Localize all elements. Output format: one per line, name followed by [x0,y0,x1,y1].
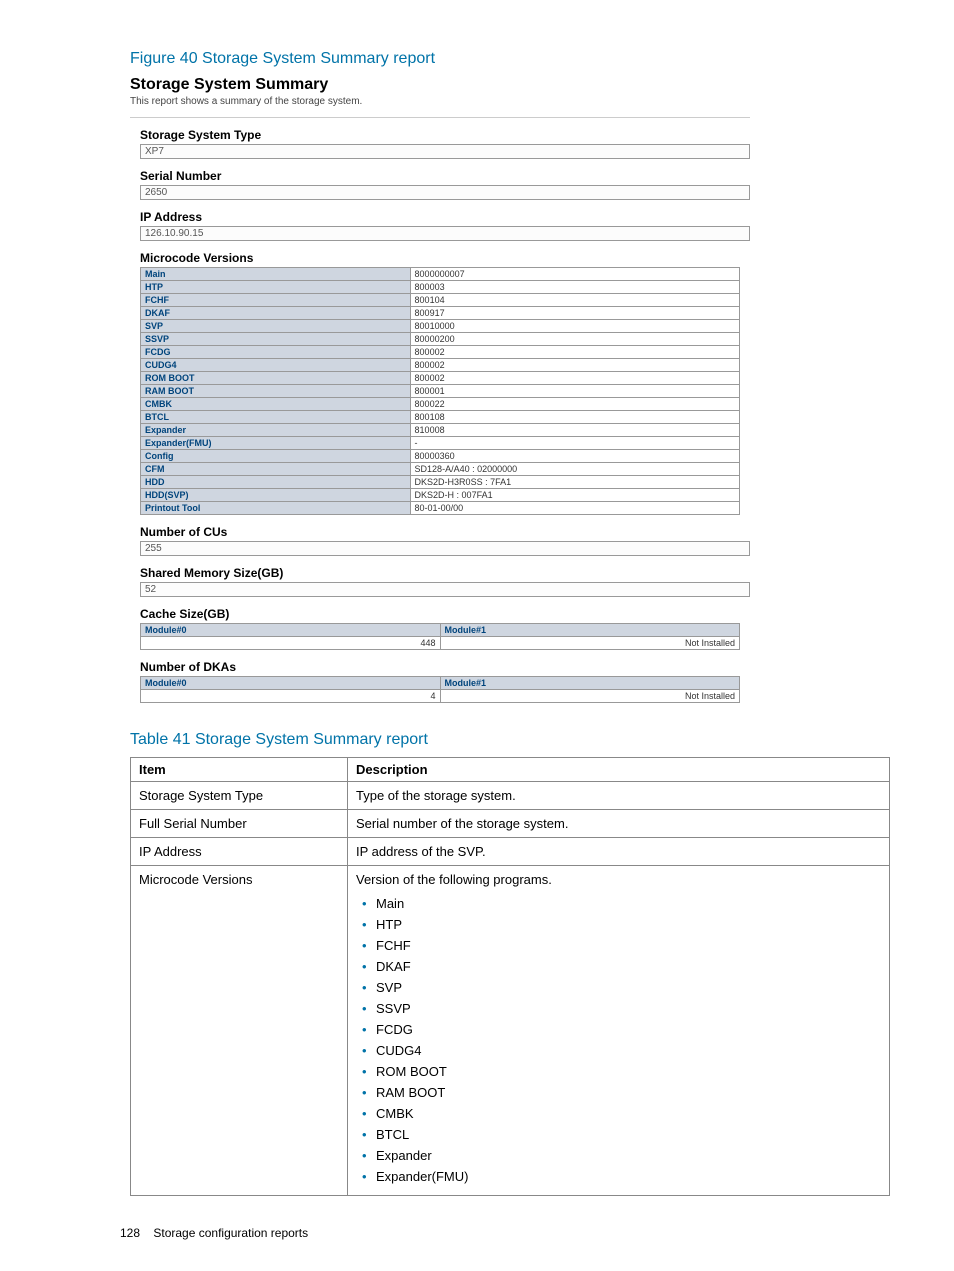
dkas-label: Number of DKAs [140,660,750,674]
list-item: CUDG4 [376,1040,881,1061]
list-item: FCHF [376,935,881,956]
report-screenshot: Storage System Summary This report shows… [130,76,750,703]
cache-size-label: Cache Size(GB) [140,607,750,621]
report-heading: Storage System Summary [130,76,750,94]
list-item: DKAF [376,956,881,977]
divider [130,117,750,118]
table-row: Main8000000007 [141,268,740,281]
report-subtitle: This report shows a summary of the stora… [130,96,750,107]
page-number: 128 [120,1226,140,1240]
table-row: CFMSD128-A/A40 : 02000000 [141,463,740,476]
table-row: IP Address IP address of the SVP. [131,838,890,866]
table-row: HTP800003 [141,281,740,294]
table-row: CUDG4800002 [141,359,740,372]
list-item: SVP [376,977,881,998]
shared-memory-label: Shared Memory Size(GB) [140,566,750,580]
cache-size-table: Module#0Module#1 448Not Installed [140,623,740,650]
table-row: Microcode Versions Version of the follow… [131,866,890,1196]
table-row: FCHF800104 [141,294,740,307]
table-row: CMBK800022 [141,398,740,411]
cus-label: Number of CUs [140,525,750,539]
table-row: Printout Tool80-01-00/00 [141,502,740,515]
ip-address-value: 126.10.90.15 [140,226,750,241]
list-item: SSVP [376,998,881,1019]
description-table: Item Description Storage System Type Typ… [130,757,890,1196]
table-row: Storage System Type Type of the storage … [131,782,890,810]
cus-value: 255 [140,541,750,556]
table-row: Config80000360 [141,450,740,463]
storage-type-value: XP7 [140,144,750,159]
table-row: RAM BOOT800001 [141,385,740,398]
table-row: HDDDKS2D-H3R0SS : 7FA1 [141,476,740,489]
dkas-table: Module#0Module#1 4Not Installed [140,676,740,703]
table-row: SSVP80000200 [141,333,740,346]
col-description: Description [348,758,890,782]
page-footer: 128 Storage configuration reports [120,1226,894,1240]
figure-title: Figure 40 Storage System Summary report [130,50,894,68]
microcode-label: Microcode Versions [140,251,750,265]
shared-memory-value: 52 [140,582,750,597]
list-item: CMBK [376,1103,881,1124]
table-row: HDD(SVP)DKS2D-H : 007FA1 [141,489,740,502]
table-row: Expander(FMU)- [141,437,740,450]
table-row: Full Serial Number Serial number of the … [131,810,890,838]
list-item: RAM BOOT [376,1082,881,1103]
table-row: SVP80010000 [141,320,740,333]
table-title: Table 41 Storage System Summary report [130,731,894,749]
table-row: ROM BOOT800002 [141,372,740,385]
table-row: FCDG800002 [141,346,740,359]
microcode-table: Main8000000007HTP800003FCHF800104DKAF800… [140,267,740,515]
list-item: BTCL [376,1124,881,1145]
ip-address-label: IP Address [140,210,750,224]
table-row: BTCL800108 [141,411,740,424]
list-item: HTP [376,914,881,935]
table-row: Expander810008 [141,424,740,437]
col-item: Item [131,758,348,782]
serial-number-label: Serial Number [140,169,750,183]
list-item: ROM BOOT [376,1061,881,1082]
footer-text: Storage configuration reports [153,1226,308,1240]
serial-number-value: 2650 [140,185,750,200]
storage-type-label: Storage System Type [140,128,750,142]
list-item: Main [376,893,881,914]
microcode-bullets: MainHTPFCHFDKAFSVPSSVPFCDGCUDG4ROM BOOTR… [356,893,881,1187]
list-item: Expander(FMU) [376,1166,881,1187]
list-item: FCDG [376,1019,881,1040]
list-item: Expander [376,1145,881,1166]
table-row: DKAF800917 [141,307,740,320]
